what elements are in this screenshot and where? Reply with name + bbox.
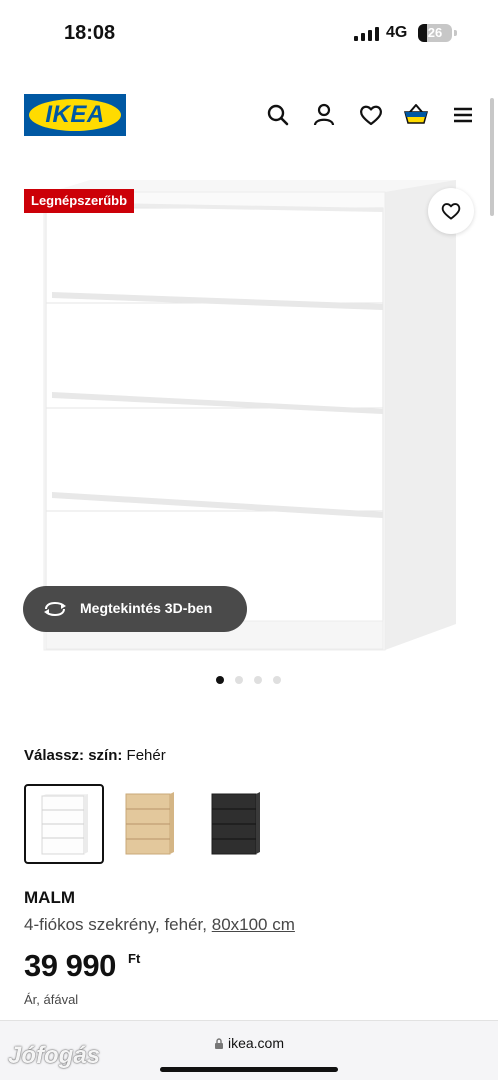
rotate-3d-icon — [44, 601, 66, 617]
status-time: 18:08 — [64, 22, 116, 44]
favourite-button[interactable] — [428, 188, 474, 234]
color-selected-value: Fehér — [126, 747, 166, 764]
user-icon[interactable] — [311, 102, 337, 128]
logo-text: IKEA — [45, 101, 105, 128]
battery-percent: 26 — [427, 25, 443, 40]
color-selector-label: Válassz: szín: Fehér — [24, 747, 166, 764]
gallery-pagination — [216, 676, 286, 686]
swatch-oak[interactable] — [110, 784, 190, 864]
product-size-link[interactable]: 80x100 cm — [212, 915, 295, 934]
product-description: 4-fiókos szekrény, fehér, 80x100 cm — [24, 915, 295, 935]
heart-icon — [441, 203, 461, 220]
url-text: ikea.com — [227, 1035, 285, 1051]
swatch-black-brown[interactable] — [196, 784, 276, 864]
home-indicator[interactable] — [160, 1067, 338, 1072]
black-dresser-thumbnail — [211, 792, 260, 855]
watermark: Jófogás — [8, 1042, 101, 1069]
signal-icon — [354, 27, 379, 41]
battery-cap — [454, 30, 457, 36]
battery-icon: 26 — [418, 24, 452, 42]
swatch-white[interactable] — [24, 784, 104, 864]
product-price: 39 990 — [24, 948, 116, 983]
gallery-dot[interactable] — [273, 676, 281, 684]
network-label: 4G — [386, 24, 408, 41]
product-description-text: 4-fiókos szekrény, fehér, — [24, 915, 207, 934]
gallery-dot[interactable] — [235, 676, 243, 684]
price-currency: Ft — [128, 951, 141, 966]
view-in-3d-button[interactable]: Megtekintés 3D-ben — [23, 586, 247, 632]
price-note: Ár, áfával — [24, 992, 79, 1007]
white-dresser-thumbnail — [41, 794, 88, 855]
view-in-3d-label: Megtekintés 3D-ben — [80, 600, 213, 616]
product-name: MALM — [24, 888, 75, 907]
gallery-dot[interactable] — [254, 676, 262, 684]
gallery-dot[interactable] — [216, 676, 224, 684]
lock-icon — [214, 1036, 224, 1049]
heart-icon[interactable] — [358, 102, 384, 128]
menu-icon[interactable] — [450, 102, 476, 128]
product-gallery[interactable]: Legnépszerűbb Megtekintés 3D-ben — [0, 162, 498, 702]
site-header: IKEA — [0, 62, 498, 162]
status-bar: 18:08 4G 26 — [0, 0, 498, 62]
color-label-prefix: Válassz: szín: — [24, 747, 123, 764]
popular-badge: Legnépszerűbb — [24, 189, 135, 213]
oak-dresser-thumbnail — [125, 792, 174, 855]
basket-icon[interactable] — [403, 102, 429, 128]
ikea-logo[interactable]: IKEA — [24, 94, 126, 136]
search-icon[interactable] — [265, 102, 291, 128]
